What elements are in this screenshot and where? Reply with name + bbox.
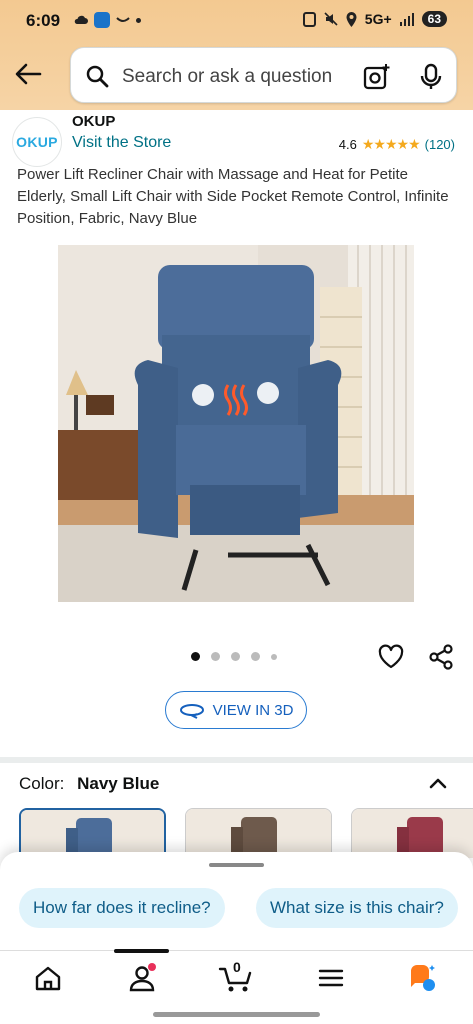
notification-icons — [74, 12, 141, 28]
menu-icon[interactable] — [316, 963, 346, 993]
color-swatches — [19, 808, 473, 858]
chevron-up-icon[interactable] — [427, 772, 449, 794]
microphone-icon[interactable] — [418, 63, 444, 91]
cloud-icon — [74, 15, 88, 24]
status-bar: 6:09 5G+ 63 — [0, 0, 473, 44]
brand-row: OKUP OKUP Visit the Store 4.6 ★★★★★ (120… — [0, 110, 473, 167]
app-header: 6:09 5G+ 63 Search or ask a question — [0, 0, 473, 110]
cart-count: 0 — [233, 959, 241, 975]
home-icon[interactable] — [33, 963, 63, 993]
color-swatch-burgundy[interactable] — [351, 808, 473, 858]
suggestion-chip[interactable]: How far does it recline? — [19, 888, 225, 928]
search-input[interactable]: Search or ask a question — [122, 66, 332, 88]
rating-value: 4.6 — [338, 137, 357, 152]
color-value: Navy Blue — [77, 774, 160, 793]
search-icon — [86, 65, 109, 88]
mute-icon — [324, 12, 338, 26]
network-label: 5G+ — [364, 11, 392, 27]
search-header: Search or ask a question — [0, 44, 473, 110]
product-title: Power Lift Recliner Chair with Massage a… — [17, 166, 449, 227]
heart-icon[interactable] — [377, 643, 405, 671]
sheet-drag-handle[interactable] — [209, 863, 264, 867]
star-rating-icon: ★★★★★ — [361, 136, 421, 152]
bottom-nav: 0 — [0, 949, 473, 1024]
system-icons: 5G+ 63 — [302, 11, 447, 27]
view-in-3d-label: VIEW IN 3D — [212, 701, 294, 719]
camera-search-icon[interactable] — [363, 63, 391, 91]
account-icon[interactable] — [127, 963, 157, 993]
carousel-dot[interactable] — [251, 652, 260, 661]
signal-icon — [399, 12, 414, 26]
view-in-3d-button[interactable]: VIEW IN 3D — [165, 691, 307, 729]
back-arrow-icon[interactable] — [12, 58, 44, 90]
carousel-dot[interactable] — [211, 652, 220, 661]
rating-summary[interactable]: 4.6 ★★★★★ (120) — [339, 136, 455, 153]
share-icon[interactable] — [427, 643, 455, 671]
brand-name: OKUP — [72, 113, 116, 130]
active-tab-indicator — [114, 949, 169, 953]
rufus-suggestions-sheet: How far does it recline? What size is th… — [0, 852, 473, 950]
color-swatch-navy-blue[interactable] — [19, 808, 166, 858]
recliner-chair-illustration — [58, 245, 414, 602]
battery-level: 63 — [421, 11, 447, 27]
citi-icon — [94, 12, 110, 28]
gesture-home-bar[interactable] — [153, 1012, 320, 1017]
suggestion-chip[interactable]: What size is this chair? — [256, 888, 458, 928]
status-time: 6:09 — [26, 11, 61, 30]
section-divider — [0, 757, 473, 763]
rufus-assistant-icon[interactable] — [407, 963, 437, 993]
carousel-dot[interactable] — [191, 652, 200, 661]
amazon-smile-icon — [116, 17, 130, 22]
cart-button[interactable]: 0 — [218, 959, 254, 993]
color-selector-header[interactable]: Color: Navy Blue — [19, 774, 159, 794]
color-swatch-brown[interactable] — [185, 808, 332, 858]
nfc-icon — [302, 11, 316, 27]
color-label: Color: — [19, 774, 65, 793]
image-carousel-dots[interactable] — [191, 652, 277, 661]
product-image[interactable] — [58, 245, 414, 602]
location-icon — [346, 11, 357, 27]
carousel-dot[interactable] — [231, 652, 240, 661]
carousel-dot[interactable] — [271, 653, 277, 660]
brand-logo[interactable]: OKUP — [12, 117, 62, 167]
visit-store-link[interactable]: Visit the Store — [72, 134, 171, 152]
search-bar[interactable]: Search or ask a question — [70, 47, 457, 103]
rotate-3d-icon — [179, 704, 204, 719]
brand-logo-text: OKUP — [16, 134, 58, 150]
dot-icon — [136, 17, 141, 23]
rating-count[interactable]: (120) — [425, 137, 455, 152]
